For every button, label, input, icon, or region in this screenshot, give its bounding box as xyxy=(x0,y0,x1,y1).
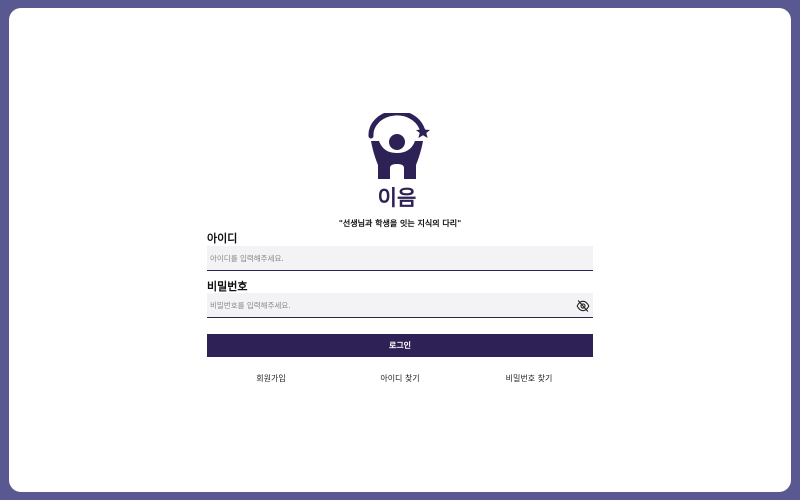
auth-links: 회원가입 아이디 찾기 비밀번호 찾기 xyxy=(207,373,593,384)
svg-text:이음: 이음 xyxy=(378,186,417,209)
find-password-link[interactable]: 비밀번호 찾기 xyxy=(465,373,593,384)
password-input[interactable] xyxy=(207,293,593,318)
logo-mark-icon: 이음 xyxy=(368,113,430,209)
slogan: "선생님과 학생을 잇는 지식의 다리" xyxy=(338,219,462,228)
eum-logo: 이음 xyxy=(362,113,434,209)
password-label: 비밀번호 xyxy=(207,280,248,293)
signup-link[interactable]: 회원가입 xyxy=(207,373,335,384)
id-label: 아이디 xyxy=(207,232,238,245)
eye-off-icon[interactable] xyxy=(576,300,590,312)
find-id-link[interactable]: 아이디 찾기 xyxy=(336,373,464,384)
id-input[interactable] xyxy=(207,246,593,271)
login-button[interactable]: 로그인 xyxy=(207,334,593,357)
